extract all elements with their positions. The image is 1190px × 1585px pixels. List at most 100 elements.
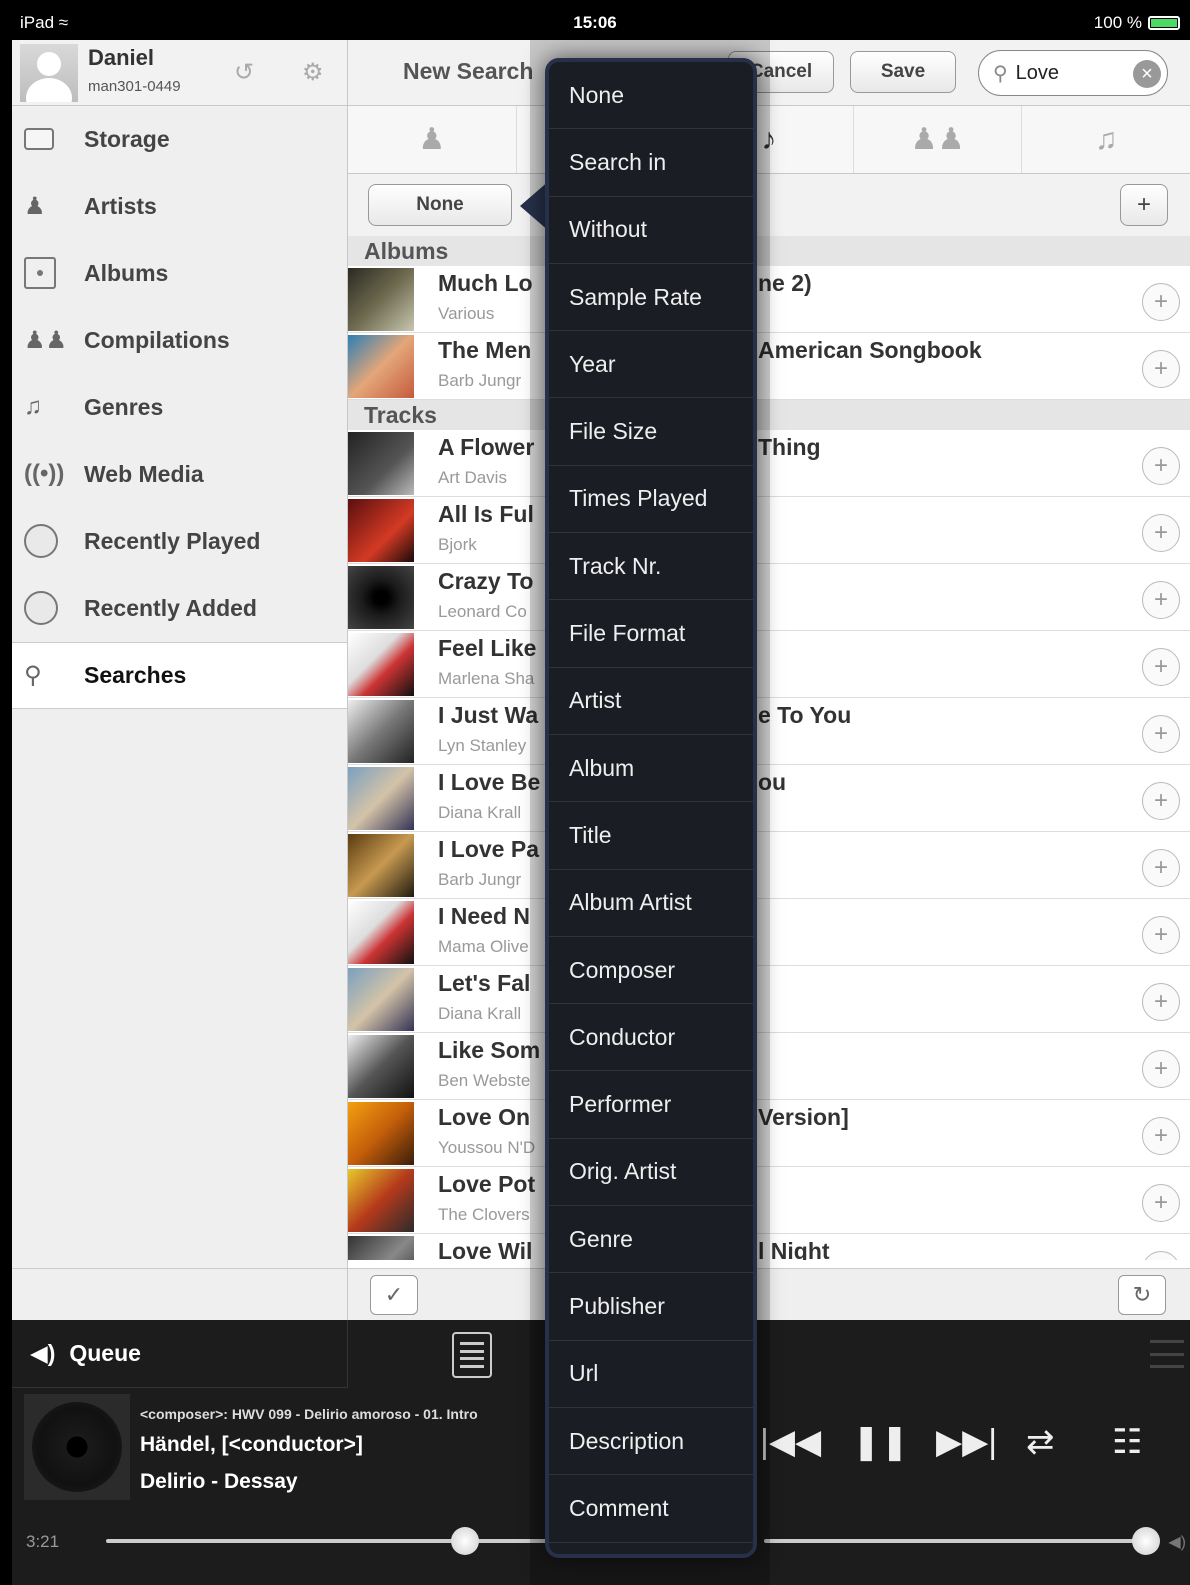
add-button[interactable]: +	[1142, 283, 1180, 321]
menu-item[interactable]: Composer	[549, 937, 753, 1005]
refresh-button[interactable]: ↻	[1118, 1275, 1166, 1315]
elapsed-time: 3:21	[26, 1532, 60, 1551]
repeat-icon[interactable]: ⇄	[1026, 1422, 1055, 1462]
menu-item[interactable]: Times Played	[549, 466, 753, 534]
track-artist: Ben Webste	[438, 1071, 531, 1090]
filter-none-button[interactable]: None	[368, 184, 512, 226]
sidebar-item-albums[interactable]: Albums	[12, 240, 347, 307]
sidebar-item-storage[interactable]: Storage	[12, 106, 347, 173]
menu-item[interactable]: Publisher	[549, 1273, 753, 1341]
add-button[interactable]: +	[1142, 715, 1180, 753]
logout-icon[interactable]: ↺	[234, 58, 254, 87]
add-button[interactable]: +	[1142, 983, 1180, 1021]
clear-icon[interactable]: ×	[1133, 60, 1161, 88]
track-cover	[348, 1169, 414, 1232]
equalizer-icon[interactable]: ☷	[1112, 1422, 1142, 1462]
menu-icon[interactable]	[1150, 1340, 1184, 1368]
menu-item[interactable]: None	[549, 62, 753, 130]
add-button[interactable]: +	[1142, 1050, 1180, 1088]
sidebar-item-recently-played[interactable]: Recently Played	[12, 508, 347, 575]
menu-item[interactable]: Conductor	[549, 1004, 753, 1072]
tab-genres[interactable]: ♫	[1022, 106, 1190, 173]
sidebar-item-searches[interactable]: ⚲ Searches	[12, 642, 347, 709]
menu-item[interactable]: Url	[549, 1341, 753, 1408]
menu-item[interactable]: Search in	[549, 129, 753, 197]
checkmark-button[interactable]: ✓	[370, 1275, 418, 1315]
menu-item[interactable]: Sample Rate	[549, 264, 753, 332]
track-title: All Is Ful	[438, 501, 534, 527]
menu-item[interactable]: Title	[549, 802, 753, 870]
sidebar-item-web-media[interactable]: ((•)) Web Media	[12, 441, 347, 508]
page-title: New Search	[403, 58, 534, 84]
track-cover	[348, 968, 414, 1031]
add-filter-button[interactable]: +	[1120, 184, 1168, 226]
gear-icon[interactable]: ⚙	[302, 58, 324, 87]
progress-knob[interactable]	[450, 1527, 479, 1555]
sidebar-item-label: Artists	[84, 192, 157, 219]
menu-item[interactable]: File Size	[549, 398, 753, 466]
add-button[interactable]: +	[1142, 1251, 1180, 1260]
track-title: Love Wil	[438, 1238, 533, 1260]
menu-item[interactable]: Comment	[549, 1475, 753, 1543]
menu-item[interactable]: Track Nr.	[549, 533, 753, 601]
track-title-tail: e To You	[758, 702, 852, 728]
add-button[interactable]: +	[1142, 350, 1180, 388]
tab-artists[interactable]: ♟	[348, 106, 517, 173]
list-view-icon[interactable]	[452, 1332, 492, 1378]
track-cover	[348, 633, 414, 696]
tab-compilations[interactable]: ♟♟	[854, 106, 1023, 173]
menu-item[interactable]: Performer	[549, 1071, 753, 1139]
track-artist: Mama Olive	[438, 937, 529, 956]
add-button[interactable]: +	[1142, 849, 1180, 887]
now-playing-cover[interactable]	[24, 1394, 130, 1500]
sidebar-item-label: Web Media	[84, 460, 204, 487]
search-input[interactable]: ⚲ Love ×	[978, 50, 1168, 96]
clock-icon	[24, 524, 84, 558]
album-icon	[24, 257, 84, 289]
guitar-icon: ♫	[24, 393, 42, 420]
checkmark-icon: ✓	[384, 1282, 404, 1307]
menu-item[interactable]: Without	[549, 197, 753, 264]
next-icon[interactable]: ▶▶|	[936, 1422, 997, 1462]
queue-label: Queue	[69, 1340, 141, 1366]
artist-icon: ♟	[418, 123, 446, 156]
add-button[interactable]: +	[1142, 648, 1180, 686]
add-button[interactable]: +	[1142, 581, 1180, 619]
track-cover	[348, 432, 414, 495]
now-playing-artist: Händel, [<conductor>]	[140, 1433, 363, 1456]
sidebar-item-compilations[interactable]: ♟♟ Compilations	[12, 307, 347, 374]
menu-item[interactable]: Orig. Artist	[549, 1139, 753, 1207]
add-button[interactable]: +	[1142, 916, 1180, 954]
album-cover	[348, 268, 414, 331]
save-button[interactable]: Save	[850, 51, 956, 93]
sidebar-item-recently-added[interactable]: Recently Added	[12, 575, 347, 642]
menu-item[interactable]: Album Artist	[549, 870, 753, 937]
track-cover	[348, 1035, 414, 1098]
menu-item[interactable]: Genre	[549, 1206, 753, 1274]
menu-item[interactable]: Year	[549, 331, 753, 399]
avatar[interactable]	[20, 44, 78, 102]
now-playing-album: Delirio - Dessay	[140, 1470, 298, 1493]
add-button[interactable]: +	[1142, 782, 1180, 820]
track-cover	[348, 1102, 414, 1165]
track-artist: Leonard Co	[438, 602, 527, 621]
menu-item[interactable]: File Format	[549, 600, 753, 668]
album-title: The Men	[438, 337, 532, 363]
sidebar-item-label: Recently Added	[84, 594, 257, 621]
add-button[interactable]: +	[1142, 514, 1180, 552]
track-artist: Diana Krall	[438, 803, 522, 822]
menu-item[interactable]: Artist	[549, 668, 753, 735]
queue-button[interactable]: ◀) Queue	[12, 1320, 348, 1388]
album-cover	[348, 335, 414, 398]
volume-slider[interactable]	[764, 1539, 1154, 1543]
volume-knob[interactable]	[1132, 1527, 1161, 1555]
menu-item[interactable]: Description	[549, 1408, 753, 1476]
pause-icon[interactable]: ❚❚	[852, 1422, 909, 1462]
sidebar-item-genres[interactable]: ♫ Genres	[12, 374, 347, 441]
sidebar-item-label: Albums	[84, 259, 169, 286]
menu-item[interactable]: Album	[549, 735, 753, 803]
sidebar-item-artists[interactable]: ♟ Artists	[12, 173, 347, 240]
add-button[interactable]: +	[1142, 1184, 1180, 1222]
add-button[interactable]: +	[1142, 1117, 1180, 1155]
add-button[interactable]: +	[1142, 447, 1180, 485]
